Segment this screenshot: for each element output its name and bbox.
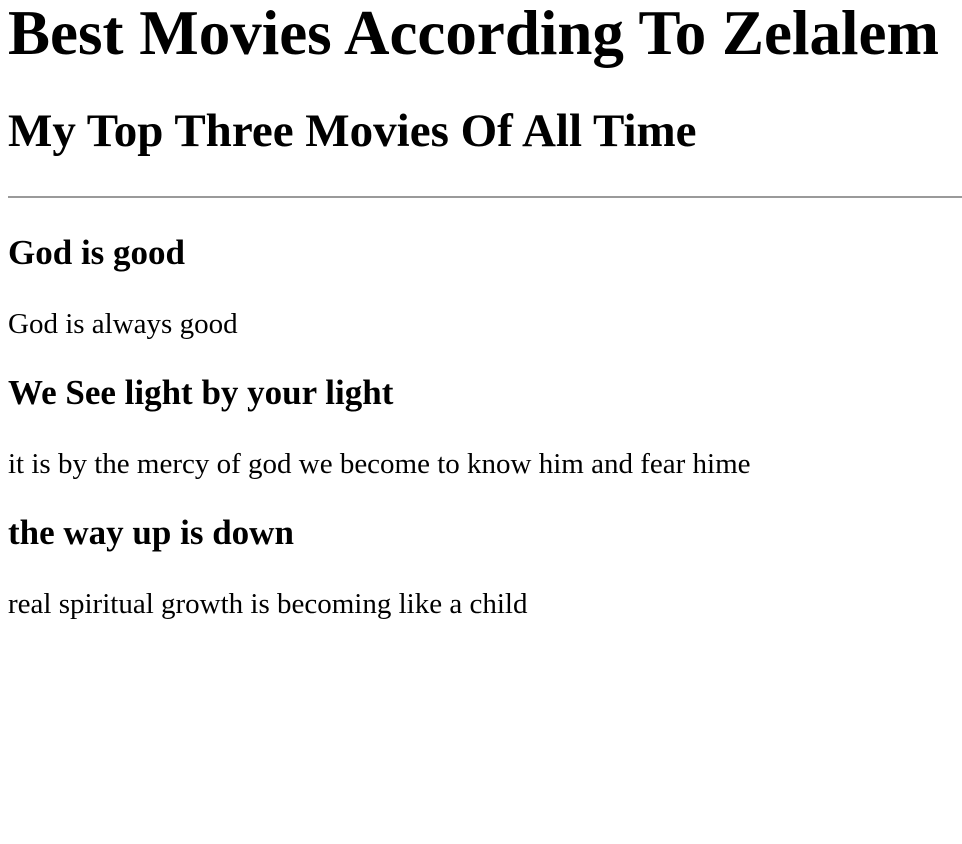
- movie-title: the way up is down: [8, 513, 294, 552]
- page-content: Best Movies According To Zelalem My Top …: [8, 0, 962, 621]
- movie-description: it is by the mercy of god we become to k…: [8, 448, 751, 480]
- movie-entry-2: We See light by your light it is by the …: [8, 373, 962, 481]
- movie-entry-1: God is good God is always good: [8, 233, 962, 341]
- horizontal-divider: [8, 196, 962, 198]
- movie-entry-3: the way up is down real spiritual growth…: [8, 513, 962, 621]
- movie-title: We See light by your light: [8, 373, 394, 412]
- movie-title: God is good: [8, 233, 185, 272]
- page-title: Best Movies According To Zelalem: [8, 0, 939, 68]
- movie-description: real spiritual growth is becoming like a…: [8, 588, 528, 620]
- movie-description: God is always good: [8, 308, 238, 340]
- page-subtitle: My Top Three Movies Of All Time: [8, 105, 697, 157]
